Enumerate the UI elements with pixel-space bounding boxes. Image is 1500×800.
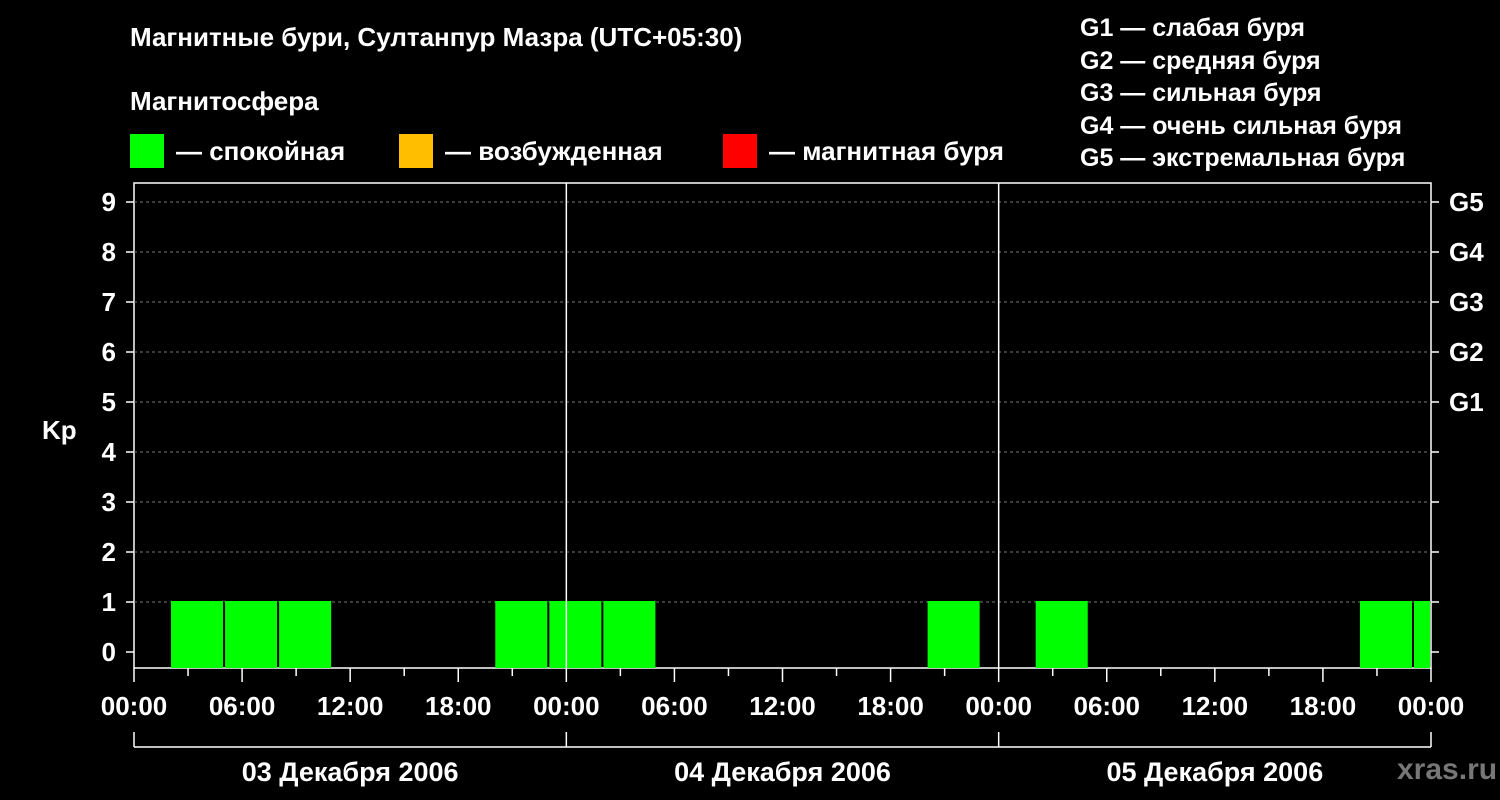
x-tick-label: 12:00 bbox=[317, 691, 384, 721]
kp-bar bbox=[1359, 601, 1412, 668]
y-tick-label: 3 bbox=[102, 487, 116, 517]
kp-bar bbox=[603, 601, 656, 668]
y-tick-label: 9 bbox=[102, 187, 116, 217]
kp-chart: Kp 0 1 2 3 4 5 6 7 8 9 G1 G2 G3 G4 G5 00:00 06:00 12:00 18… bbox=[42, 182, 1484, 787]
kp-bar bbox=[549, 601, 602, 668]
kp-bar bbox=[495, 601, 548, 668]
y-tick-label: 4 bbox=[102, 437, 117, 467]
x-tick-label: 18:00 bbox=[425, 691, 492, 721]
g-axis-label: G4 bbox=[1449, 237, 1484, 267]
y-tick-label: 0 bbox=[102, 637, 116, 667]
x-tick-label: 18:00 bbox=[1290, 691, 1357, 721]
y-axis-label: Kp bbox=[42, 415, 77, 445]
g-axis-label: G3 bbox=[1449, 287, 1484, 317]
kp-bar bbox=[279, 601, 332, 668]
x-tick-label: 06:00 bbox=[1074, 691, 1141, 721]
y-tick-label: 5 bbox=[102, 387, 116, 417]
y-tick-label: 6 bbox=[102, 337, 116, 367]
x-tick-label: 18:00 bbox=[857, 691, 924, 721]
g-axis-label: G2 bbox=[1449, 337, 1484, 367]
kp-bar bbox=[1035, 601, 1088, 668]
y-tick-label: 2 bbox=[102, 537, 116, 567]
x-tick-label: 00:00 bbox=[101, 691, 168, 721]
g-axis-label: G5 bbox=[1449, 187, 1484, 217]
x-tick-label: 12:00 bbox=[749, 691, 816, 721]
kp-bar bbox=[225, 601, 278, 668]
day-label: 03 Декабря 2006 bbox=[242, 757, 459, 787]
x-tick-label: 12:00 bbox=[1182, 691, 1249, 721]
x-tick-label: 06:00 bbox=[209, 691, 276, 721]
x-tick-label: 00:00 bbox=[965, 691, 1032, 721]
y-tick-label: 7 bbox=[102, 287, 116, 317]
y-tick-label: 8 bbox=[102, 237, 116, 267]
y-tick-label: 1 bbox=[102, 587, 116, 617]
kp-bar bbox=[171, 601, 224, 668]
watermark: xras.ru bbox=[1397, 753, 1498, 786]
x-tick-label: 06:00 bbox=[641, 691, 708, 721]
x-tick-label: 00:00 bbox=[1398, 691, 1465, 721]
day-label: 05 Декабря 2006 bbox=[1106, 757, 1323, 787]
g-axis-label: G1 bbox=[1449, 387, 1484, 417]
day-label: 04 Декабря 2006 bbox=[674, 757, 891, 787]
x-tick-label: 00:00 bbox=[533, 691, 600, 721]
plot-frame bbox=[133, 182, 1432, 669]
kp-bar bbox=[927, 601, 980, 668]
kp-bar bbox=[1413, 601, 1430, 668]
